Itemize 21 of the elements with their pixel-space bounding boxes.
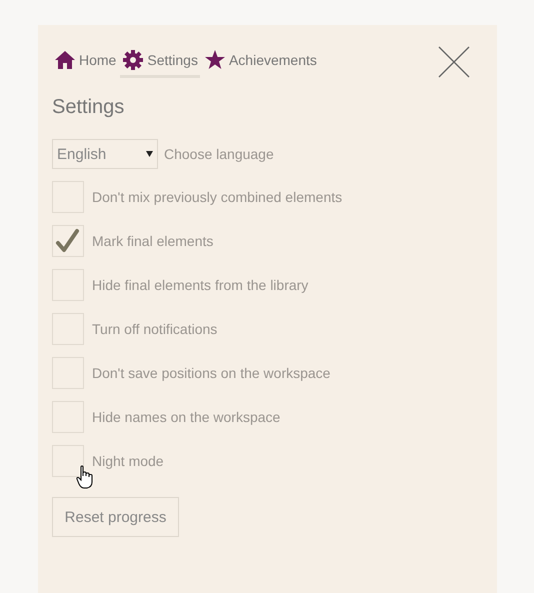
reset-progress-button[interactable]: Reset progress: [52, 497, 179, 537]
settings-title: Settings: [52, 96, 126, 119]
option-label: Hide final elements from the library: [92, 277, 308, 293]
tab[interactable]: Achievements: [202, 45, 319, 78]
language-dropdown[interactable]: English: [52, 139, 158, 169]
tab[interactable]: Home: [52, 45, 118, 78]
option-label: Night mode: [92, 453, 164, 469]
option-label: Mark final elements: [92, 233, 214, 249]
dropdown-caret-icon: [146, 151, 153, 157]
option-label: Hide names on the workspace: [92, 409, 280, 425]
gear-icon: [122, 49, 144, 71]
checkbox[interactable]: [52, 225, 84, 257]
tab[interactable]: Settings: [120, 45, 200, 78]
hand-cursor-icon: [76, 465, 94, 489]
option-label: Turn off notifications: [92, 321, 218, 337]
language-label: Choose language: [164, 146, 274, 162]
option-label: Don't save positions on the workspace: [92, 365, 330, 381]
option-label: Don't mix previously combined elements: [92, 189, 342, 205]
star-icon: [204, 49, 226, 71]
home-icon: [54, 50, 76, 70]
close-icon[interactable]: [438, 46, 470, 78]
